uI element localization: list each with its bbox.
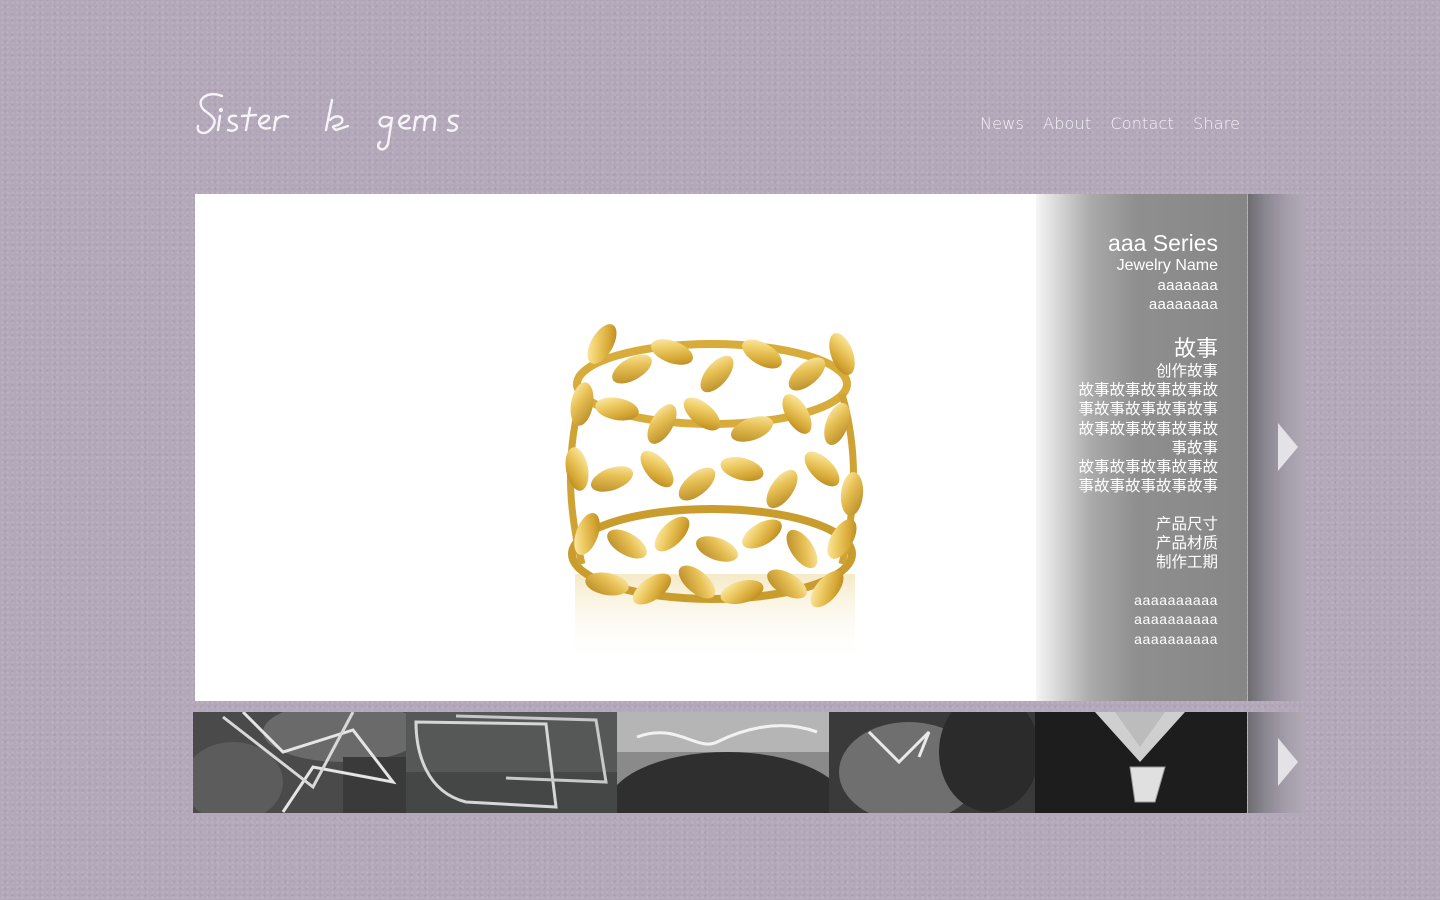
thumbnail-pendant-5[interactable] <box>1035 712 1247 813</box>
spec-value-lead-time: aaaaaaaaaa <box>1134 630 1218 647</box>
spec-value-material: aaaaaaaaaa <box>1134 611 1218 628</box>
thumbnail-next-button[interactable] <box>1248 712 1304 813</box>
chevron-right-icon <box>1278 423 1298 471</box>
story-line: 故事故事故事故事故 <box>1078 382 1218 400</box>
jewelry-name-line2: aaaaaaaa <box>1148 296 1218 313</box>
jewelry-name-label: Jewelry Name <box>1116 257 1218 274</box>
spec-label-material: 产品材质 <box>1155 535 1218 553</box>
thumbnail-ring-4[interactable] <box>829 712 1035 813</box>
story-line: 故事故事故事故事故 <box>1078 459 1218 477</box>
spec-label-lead-time: 制作工期 <box>1155 554 1218 572</box>
story-line: 故事故事故事故事故 <box>1078 420 1218 438</box>
product-info-panel: aaa Series Jewelry Name aaaaaaa aaaaaaaa… <box>1036 194 1247 701</box>
jewelry-name-line1: aaaaaaa <box>1157 277 1218 294</box>
spec-value-size: aaaaaaaaaa <box>1134 592 1218 608</box>
main-next-button[interactable] <box>1248 194 1304 701</box>
nav-contact[interactable]: Contact <box>1110 114 1174 133</box>
thumbnail-necklace-1[interactable] <box>193 712 406 813</box>
story-subheading: 创作故事 <box>1155 363 1218 380</box>
spec-label-size: 产品尺寸 <box>1155 516 1218 533</box>
thumbnail-bracelet-2[interactable] <box>406 712 617 813</box>
nav-about[interactable]: About <box>1043 114 1091 133</box>
series-title: aaa Series <box>1108 230 1218 256</box>
nav-news[interactable]: News <box>980 114 1024 133</box>
chevron-right-icon <box>1278 738 1298 786</box>
thumbnail-collar-3[interactable] <box>617 712 829 813</box>
top-nav: News About Contact Share <box>980 114 1240 133</box>
story-line: 事故事故事故事故事 <box>1078 401 1218 419</box>
nav-share[interactable]: Share <box>1193 114 1240 133</box>
story-heading: 故事 <box>1173 336 1218 361</box>
story-line: 事故事 <box>1171 439 1218 457</box>
brand-logo[interactable] <box>190 86 480 158</box>
thumbnail-strip <box>193 712 1247 813</box>
story-line: 事故事故事故事故事 <box>1078 478 1218 496</box>
